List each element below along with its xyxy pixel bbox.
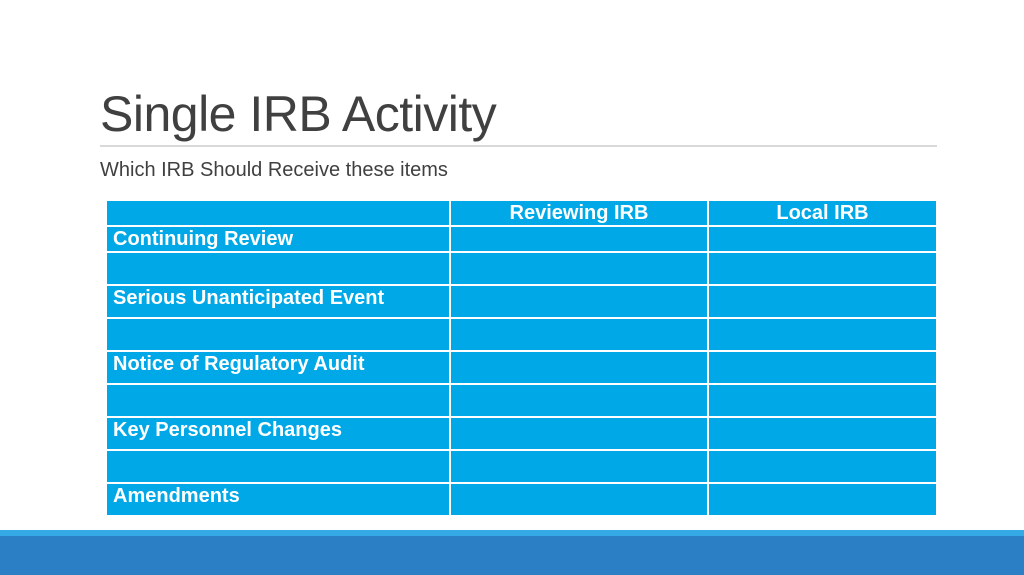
row-label — [105, 251, 451, 286]
row-label: Serious Unanticipated Event — [105, 284, 451, 319]
local-irb-cell — [707, 449, 938, 484]
reviewing-irb-cell — [449, 449, 709, 484]
local-irb-cell — [707, 284, 938, 319]
reviewing-irb-cell — [449, 225, 709, 253]
header-cell-local-irb: Local IRB — [707, 199, 938, 227]
title-divider — [100, 145, 937, 147]
table-row: Serious Unanticipated Event — [105, 284, 938, 319]
reviewing-irb-cell — [449, 416, 709, 451]
reviewing-irb-cell — [449, 251, 709, 286]
table-row: Key Personnel Changes — [105, 416, 938, 451]
row-label — [105, 383, 451, 418]
row-label: Amendments — [105, 482, 451, 517]
local-irb-cell — [707, 350, 938, 385]
footer-bar — [0, 536, 1024, 575]
table-row — [105, 251, 938, 286]
table-row: Notice of Regulatory Audit — [105, 350, 938, 385]
irb-assignment-table: Reviewing IRB Local IRB Continuing Revie… — [105, 199, 938, 517]
reviewing-irb-cell — [449, 350, 709, 385]
local-irb-cell — [707, 383, 938, 418]
slide-title: Single IRB Activity — [100, 86, 497, 142]
table-row: Continuing Review — [105, 225, 938, 253]
local-irb-cell — [707, 251, 938, 286]
reviewing-irb-cell — [449, 317, 709, 352]
table-row — [105, 449, 938, 484]
table-row — [105, 317, 938, 352]
table-header-row: Reviewing IRB Local IRB — [105, 199, 938, 227]
table-row — [105, 383, 938, 418]
local-irb-cell — [707, 416, 938, 451]
reviewing-irb-cell — [449, 284, 709, 319]
row-label: Key Personnel Changes — [105, 416, 451, 451]
local-irb-cell — [707, 317, 938, 352]
slide: Single IRB Activity Which IRB Should Rec… — [0, 0, 1024, 575]
reviewing-irb-cell — [449, 383, 709, 418]
slide-subtitle: Which IRB Should Receive these items — [100, 159, 448, 181]
local-irb-cell — [707, 482, 938, 517]
header-cell-item — [105, 199, 451, 227]
row-label: Notice of Regulatory Audit — [105, 350, 451, 385]
row-label — [105, 317, 451, 352]
reviewing-irb-cell — [449, 482, 709, 517]
row-label: Continuing Review — [105, 225, 451, 253]
row-label — [105, 449, 451, 484]
local-irb-cell — [707, 225, 938, 253]
header-cell-reviewing-irb: Reviewing IRB — [449, 199, 709, 227]
table-row: Amendments — [105, 482, 938, 517]
